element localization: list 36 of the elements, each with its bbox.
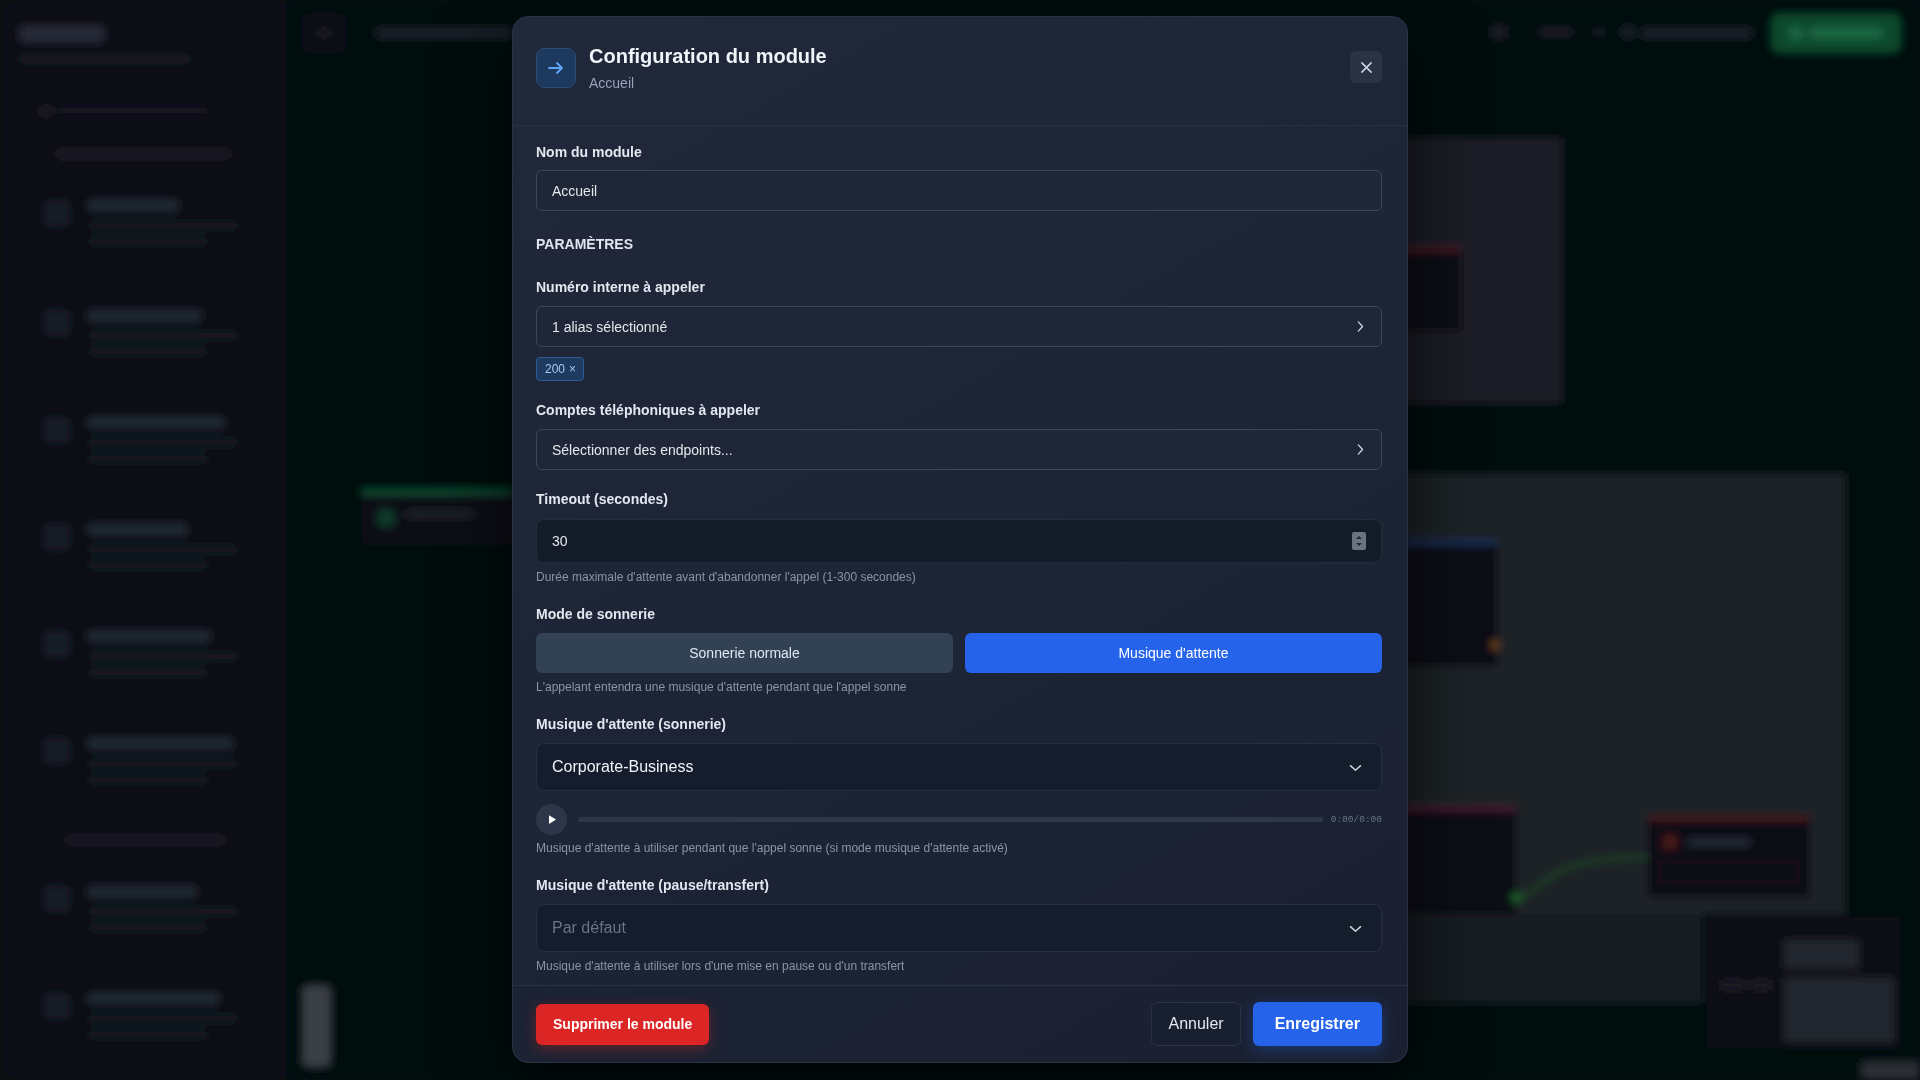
field-label: Comptes téléphoniques à appeler — [536, 401, 762, 419]
dropdown-select[interactable]: Corporate-Business — [536, 743, 1382, 791]
field-label: Nom du module — [536, 143, 643, 161]
save-button[interactable]: Enregistrer — [1252, 1002, 1382, 1046]
field-label: Mode de sonnerie — [536, 605, 657, 623]
cancel-button[interactable]: Annuler — [1151, 1002, 1241, 1046]
dialog-subtitle: Accueil — [589, 74, 636, 93]
field-label: Timeout (secondes) — [536, 490, 669, 508]
tag-remove-button[interactable]: × — [569, 362, 577, 376]
picker-button[interactable]: 1 alias sélectionné — [536, 306, 1382, 347]
delete-button[interactable]: Supprimer le module — [536, 1003, 710, 1045]
hint-text: Musique d'attente à utiliser lors d'une mise en pause ou d'un transfert — [536, 959, 906, 974]
arrow-right-icon — [536, 48, 576, 88]
dropdown-select[interactable]: Par défaut — [536, 904, 1382, 952]
field-label: Musique d'attente (sonnerie) — [536, 715, 727, 733]
play-button[interactable] — [536, 803, 567, 835]
number-input[interactable]: 30 — [536, 519, 1382, 563]
chevron-right-icon — [1355, 443, 1365, 456]
segment-button[interactable]: Musique d'attente — [965, 633, 1382, 673]
close-button[interactable] — [1350, 51, 1382, 83]
chevron-right-icon — [1355, 320, 1365, 333]
hint-text: L'appelant entendra une musique d'attente pendant que l'appel sonne — [536, 680, 908, 695]
close-icon — [1359, 60, 1373, 74]
segment-button[interactable]: Sonnerie normale — [536, 633, 953, 673]
hint-text: Durée maximale d'attente avant d'abandonner l'appel (1-300 secondes) — [536, 570, 917, 585]
tag-label: 200 — [545, 362, 566, 376]
section-heading: PARAMÈTRES — [536, 235, 634, 253]
playback-time: 0:00/0:00 — [1330, 813, 1382, 825]
play-icon — [549, 814, 556, 824]
stepper-icon[interactable] — [1352, 532, 1366, 550]
hint-text: Musique d'attente à utiliser pendant que l'appel sonne (si mode musique d'attente activé) — [536, 841, 1009, 856]
module-name-input[interactable]: Accueil — [536, 170, 1382, 211]
dialog-title: Configuration du module — [589, 44, 827, 69]
field-label: Numéro interne à appeler — [536, 278, 706, 296]
picker-button[interactable]: Sélectionner des endpoints... — [536, 429, 1382, 470]
field-label: Musique d'attente (pause/transfert) — [536, 876, 770, 894]
